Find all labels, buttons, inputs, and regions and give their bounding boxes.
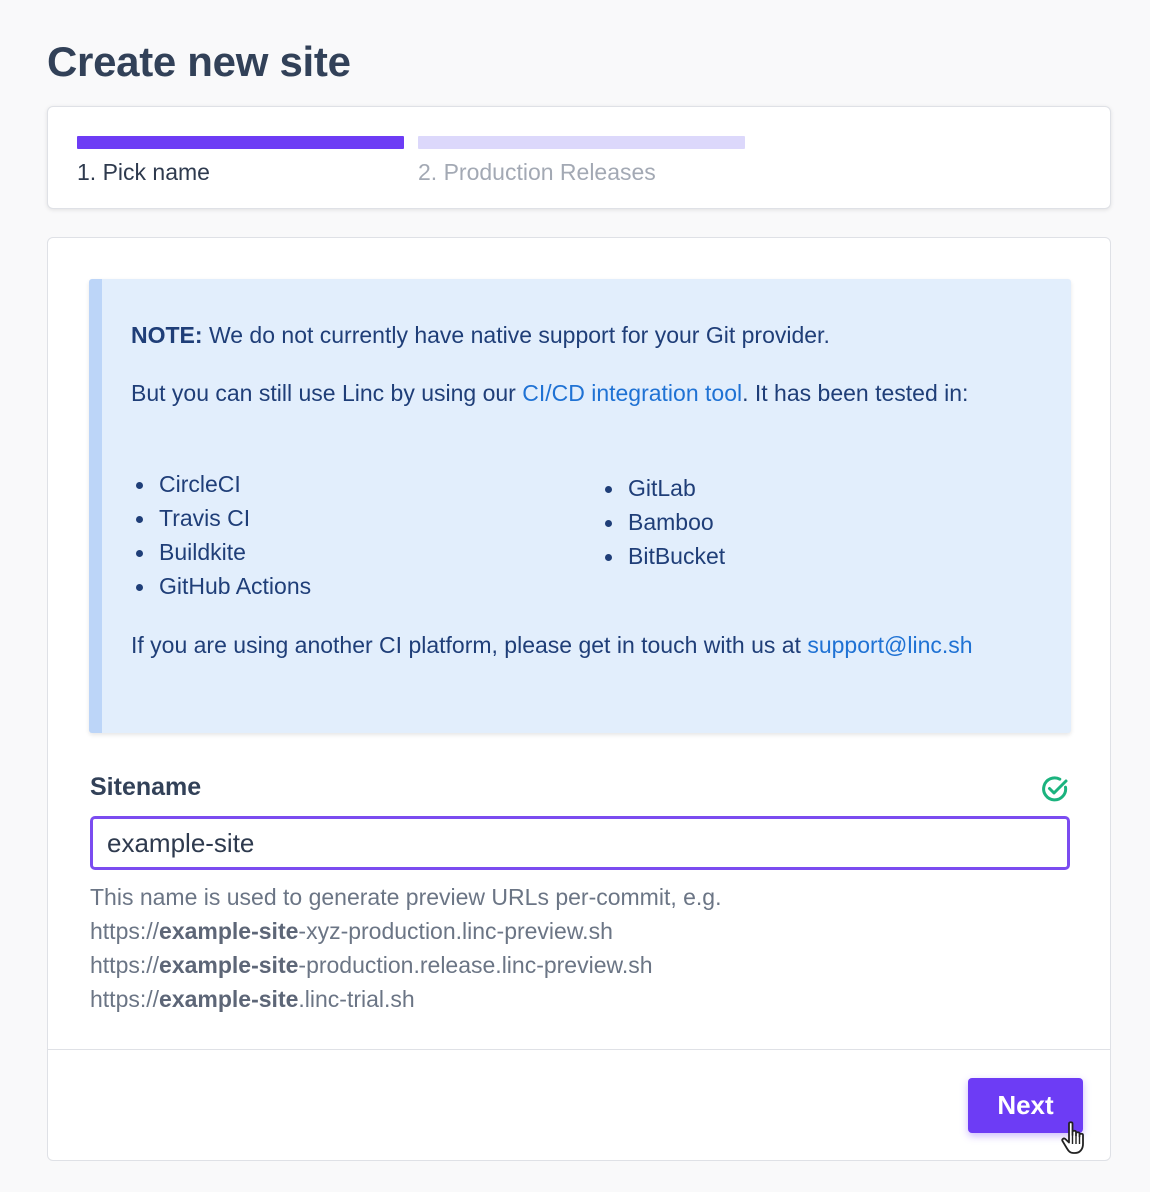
url-sitename: example-site [159,986,299,1012]
step-label: 1. Pick name [77,159,210,185]
list-item: CircleCI [131,467,311,501]
preview-url-example: https://example-site.linc-trial.sh [90,982,722,1016]
note-body: But you can still use Linc by using our … [131,378,1051,409]
step-label: 2. Production Releases [418,159,656,185]
sitename-help: This name is used to generate preview UR… [90,880,722,1016]
url-prefix: https:// [90,986,160,1012]
note-footer-text: If you are using another CI platform, pl… [131,632,808,658]
preview-url-example: https://example-site-production.release.… [90,948,722,982]
url-prefix: https:// [90,952,160,978]
sitename-label: Sitename [90,773,202,801]
note-heading-text: We do not currently have native support … [202,322,830,348]
list-item: BitBucket [600,539,725,573]
footer-divider [48,1049,1110,1050]
page-title: Create new site [47,38,351,85]
ci-cd-integration-link[interactable]: CI/CD integration tool [522,380,742,406]
step-progress-bar [418,136,745,149]
hand-pointer-icon [1061,1121,1084,1154]
ci-list-right: GitLab Bamboo BitBucket [600,471,725,573]
url-suffix: .linc-trial.sh [298,986,415,1012]
note-heading: NOTE: We do not currently have native su… [131,320,1051,351]
create-site-form: NOTE: We do not currently have native su… [47,237,1111,1161]
note-callout: NOTE: We do not currently have native su… [89,279,1071,733]
url-sitename: example-site [159,952,299,978]
stepper: 1. Pick name 2. Production Releases [47,106,1111,209]
note-footer: If you are using another CI platform, pl… [131,630,1051,661]
url-sitename: example-site [159,918,299,944]
list-item: Bamboo [600,505,725,539]
step-pick-name[interactable]: 1. Pick name [77,136,404,186]
step-progress-bar [77,136,404,149]
url-prefix: https:// [90,918,160,944]
note-body-pre: But you can still use Linc by using our [131,380,523,406]
support-email-link[interactable]: support@linc.sh [807,632,972,658]
list-item: GitHub Actions [131,569,311,603]
ci-list-left: CircleCI Travis CI Buildkite GitHub Acti… [131,467,311,603]
list-item: Travis CI [131,501,311,535]
url-suffix: -xyz-production.linc-preview.sh [298,918,613,944]
check-circle-icon [1042,776,1068,802]
preview-url-example: https://example-site-xyz-production.linc… [90,914,722,948]
help-intro: This name is used to generate preview UR… [90,884,722,910]
list-item: Buildkite [131,535,311,569]
sitename-input[interactable] [90,816,1070,870]
list-item: GitLab [600,471,725,505]
note-heading-bold: NOTE: [131,322,203,348]
url-suffix: -production.release.linc-preview.sh [298,952,653,978]
note-body-post: . It has been tested in: [742,380,969,406]
step-production-releases[interactable]: 2. Production Releases [418,136,745,186]
